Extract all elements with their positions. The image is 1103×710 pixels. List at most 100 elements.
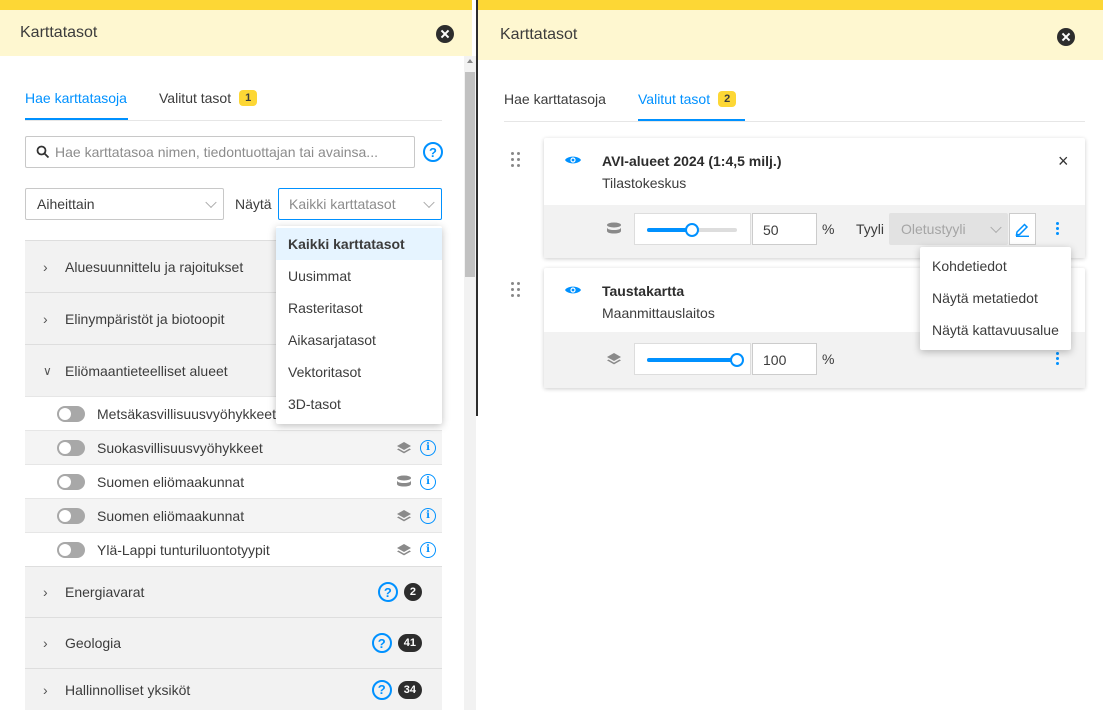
eye-icon[interactable] [564, 154, 582, 166]
count-badge: 41 [397, 634, 422, 652]
panel-header: Karttatasot [478, 10, 1103, 60]
info-icon[interactable]: i [420, 541, 436, 558]
layer-group[interactable]: › Hallinnolliset yksiköt? 34 [25, 668, 442, 710]
tab-divider [25, 120, 442, 121]
drag-handle-icon[interactable] [511, 152, 523, 170]
menu-item-feature-data[interactable]: Kohdetiedot [920, 250, 1071, 282]
show-filter-select[interactable]: Kaikki karttatasot [278, 188, 442, 220]
layer-title: AVI-alueet 2024 (1:4,5 milj.) [602, 153, 782, 169]
database-icon [397, 475, 411, 486]
opacity-slider[interactable] [634, 343, 751, 375]
more-options-icon[interactable] [1056, 220, 1062, 237]
search-icon [36, 145, 50, 159]
database-icon [607, 222, 621, 234]
scroll-up-icon[interactable] [467, 59, 473, 63]
count-badge: 2 [718, 91, 737, 107]
dropdown-option[interactable]: Uusimmat [276, 260, 442, 292]
help-icon[interactable]: ? [377, 582, 398, 602]
dropdown-option[interactable]: Rasteritasot [276, 292, 442, 324]
panel-header: Karttatasot [0, 10, 472, 56]
slider-knob[interactable] [685, 223, 699, 237]
eye-icon[interactable] [564, 284, 582, 296]
search-placeholder: Hae karttatasoa nimen, tiedontuottajan t… [55, 144, 378, 160]
dropdown-option[interactable]: Vektoritasot [276, 356, 442, 388]
show-filter-dropdown: Kaikki karttatasot Uusimmat Rasteritasot… [276, 226, 442, 424]
opacity-input[interactable]: 100 [752, 343, 817, 375]
layer-group[interactable]: › Geologia? 41 [25, 617, 442, 668]
more-options-icon[interactable] [1056, 350, 1062, 367]
layer-toggle[interactable] [57, 473, 85, 490]
layer-row: Suomen eliömaakunnat i [25, 498, 442, 532]
layers-icon [397, 441, 411, 453]
pencil-icon [1015, 223, 1029, 237]
opacity-slider[interactable] [634, 213, 751, 245]
opacity-input[interactable]: 50 [752, 213, 817, 245]
menu-item-coverage[interactable]: Näytä kattavuusalue [920, 314, 1071, 346]
group-by-select[interactable]: Aiheittain [25, 188, 224, 220]
menu-item-metadata[interactable]: Näytä metatiedot [920, 282, 1071, 314]
layer-label: Suomen eliömaakunnat [97, 507, 245, 524]
selected-layer-card: AVI-alueet 2024 (1:4,5 milj.) Tilastokes… [544, 138, 1085, 258]
drag-handle-icon[interactable] [511, 282, 523, 300]
group-label: Energiavarat [65, 584, 145, 600]
chevron-right-icon: › [43, 258, 48, 275]
layer-toggle[interactable] [57, 507, 85, 524]
show-label: Näytä [235, 196, 272, 212]
help-icon[interactable]: ? [371, 679, 392, 700]
panel-title: Karttatasot [20, 24, 98, 41]
panel-divider [476, 0, 478, 416]
top-accent-bar [478, 0, 1103, 10]
layer-title: Taustakartta [602, 283, 685, 299]
show-filter-value: Kaikki karttatasot [289, 196, 396, 212]
info-icon[interactable]: i [420, 507, 436, 524]
tab-label: Hae karttatasoja [504, 91, 606, 107]
dropdown-option[interactable]: 3D-tasot [276, 388, 442, 420]
style-value: Oletustyyli [901, 221, 966, 237]
layer-toggle[interactable] [57, 439, 85, 456]
remove-layer-icon[interactable]: × [1058, 151, 1069, 172]
layer-provider: Maanmittauslaitos [602, 305, 715, 321]
close-icon[interactable] [1057, 28, 1075, 46]
help-icon[interactable]: ? [423, 142, 443, 162]
group-label: Hallinnolliset yksiköt [65, 681, 191, 698]
search-input[interactable]: Hae karttatasoa nimen, tiedontuottajan t… [25, 136, 415, 168]
chevron-right-icon: › [43, 681, 48, 698]
slider-knob[interactable] [730, 353, 744, 367]
tab-label: Valitut tasot [638, 91, 711, 107]
layer-toggle[interactable] [57, 541, 85, 558]
count-badge: 1 [239, 90, 258, 106]
tab-divider [504, 121, 1085, 122]
tab-selected-layers[interactable]: Valitut tasot 1 [159, 86, 258, 110]
layer-context-menu: Kohdetiedot Näytä metatiedot Näytä katta… [920, 247, 1071, 350]
chevron-down-icon: ∨ [43, 363, 52, 378]
active-tab-indicator [638, 119, 745, 121]
group-label: Elinympäristöt ja biotoopit [65, 310, 225, 327]
dropdown-option[interactable]: Aikasarjatasot [276, 324, 442, 356]
info-icon[interactable]: i [420, 439, 436, 456]
close-icon[interactable] [436, 25, 454, 43]
layers-icon [397, 509, 411, 521]
style-select[interactable]: Oletustyyli [889, 213, 1008, 245]
chevron-down-icon [205, 196, 217, 209]
layers-icon [607, 353, 621, 365]
group-by-value: Aiheittain [37, 196, 95, 212]
layer-group[interactable]: › Energiavarat? 2 [25, 566, 442, 617]
tab-label: Hae karttatasoja [25, 90, 127, 106]
group-label: Geologia [65, 635, 122, 651]
style-label: Tyyli [856, 221, 884, 237]
tab-search-layers[interactable]: Hae karttatasoja [25, 86, 127, 110]
count-badge: 34 [397, 680, 422, 699]
top-accent-bar [0, 0, 472, 10]
tab-selected-layers[interactable]: Valitut tasot 2 [638, 87, 737, 111]
panel-title: Karttatasot [500, 26, 578, 43]
dropdown-option[interactable]: Kaikki karttatasot [276, 228, 442, 260]
layers-icon [397, 543, 411, 555]
help-icon[interactable]: ? [371, 633, 392, 653]
edit-style-button[interactable] [1009, 213, 1036, 245]
info-icon[interactable]: i [420, 473, 436, 490]
layer-label: Metsäkasvillisuusvyöhykkeet [97, 405, 276, 422]
layer-toggle[interactable] [57, 405, 85, 422]
scrollbar-thumb[interactable] [465, 72, 475, 277]
group-label: Eliömaantieteelliset alueet [65, 362, 228, 379]
tab-search-layers[interactable]: Hae karttatasoja [504, 87, 606, 111]
